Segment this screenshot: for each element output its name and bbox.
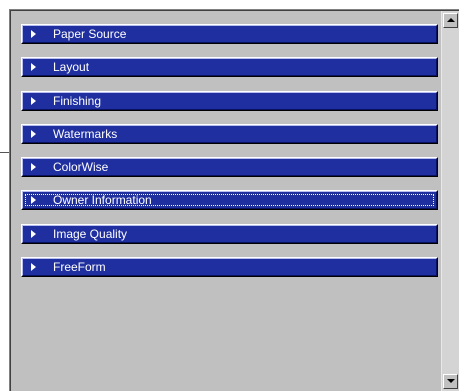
section-colorwise[interactable]: ColorWise [21,157,438,178]
section-owner-information[interactable]: Owner Information [21,190,438,211]
expand-arrow-icon [31,30,36,38]
section-freeform[interactable]: FreeForm [21,257,438,278]
scroll-down-arrow-icon [447,379,455,383]
scroll-down-button[interactable] [443,374,458,389]
vertical-scrollbar[interactable] [441,11,459,391]
section-label: ColorWise [53,160,109,175]
section-label: Owner Information [53,193,152,208]
expand-arrow-icon [31,163,36,172]
expand-arrow-icon [31,229,36,238]
expand-arrow-icon [31,263,36,272]
section-label: Paper Source [53,27,127,41]
expand-arrow-icon [31,196,36,205]
expand-arrow-icon [31,96,36,105]
panel-bevel: Paper Source Layout Finishing Watermarks… [10,10,459,391]
section-label: Layout [53,60,90,75]
section-paper-source[interactable]: Paper Source [21,24,438,44]
expand-arrow-icon [31,63,36,72]
section-label: Finishing [53,93,102,108]
section-label: Image Quality [53,226,128,241]
section-list: Paper Source Layout Finishing Watermarks… [21,24,438,290]
section-finishing[interactable]: Finishing [21,90,438,111]
scroll-up-button[interactable] [443,13,458,28]
section-watermarks[interactable]: Watermarks [21,123,438,144]
section-label: FreeForm [53,260,106,275]
scroll-up-arrow-icon [447,18,455,22]
expand-arrow-icon [31,129,36,138]
section-image-quality[interactable]: Image Quality [21,223,438,244]
section-label: Watermarks [53,126,118,141]
section-layout[interactable]: Layout [21,57,438,78]
callout-leader-line [0,152,9,153]
print-options-panel: Paper Source Layout Finishing Watermarks… [9,9,459,391]
